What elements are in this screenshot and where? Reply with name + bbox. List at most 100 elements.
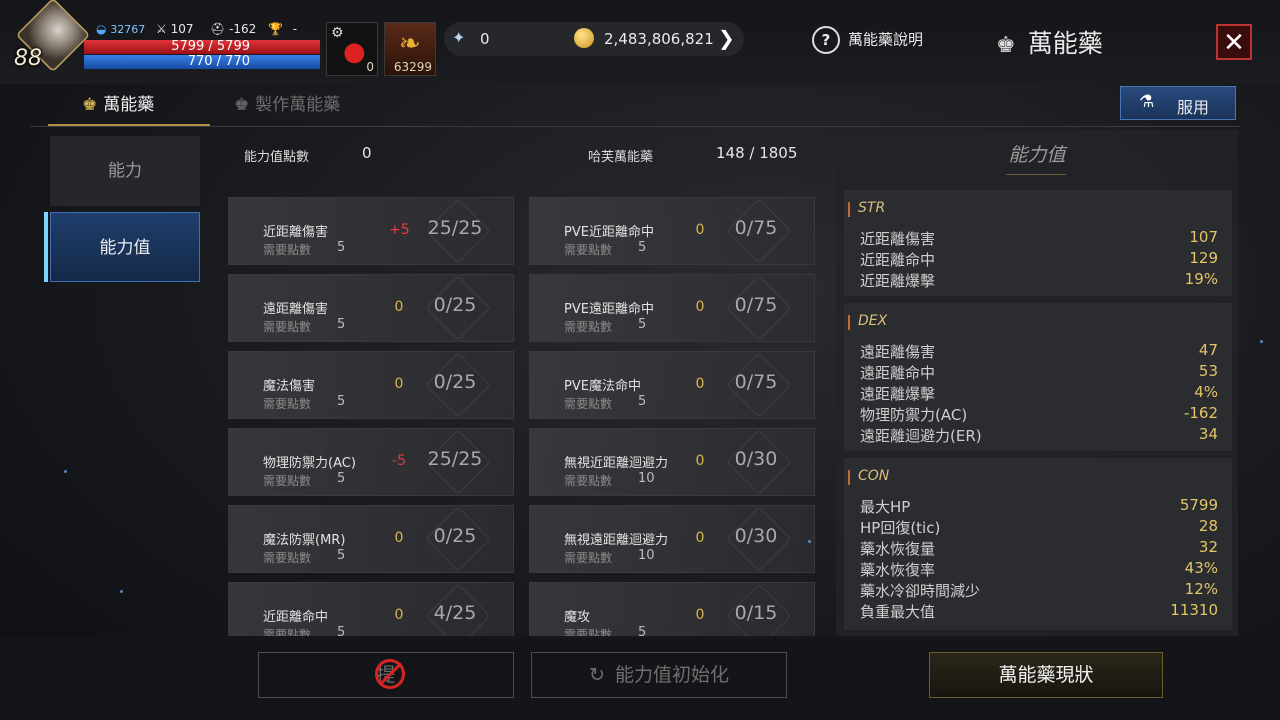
card-req-value: 5 — [337, 394, 346, 409]
card-delta: 0 — [695, 607, 705, 623]
stat-card[interactable]: 近距離傷害 需要點數 5 +5 25/25 — [228, 197, 514, 265]
elixir-value: 148 / 1805 — [716, 144, 798, 162]
stat-group-dex: DEX 遠距離傷害 47 遠距離命中 53 遠距離爆擊 4% 物理防禦力(AC) -16… — [844, 303, 1232, 451]
card-req-value: 5 — [638, 394, 647, 409]
help-label: 萬能藥說明 — [848, 30, 924, 49]
tab-craft-elixir[interactable]: ♚ 製作萬能藥 — [234, 90, 340, 115]
card-progress: 0/30 — [734, 525, 778, 547]
stat-row: 最大HP 5799 — [860, 496, 1218, 516]
feather-slot[interactable]: ❧ 63299 — [384, 22, 436, 76]
stat-row: 遠距離命中 53 — [860, 362, 1218, 382]
card-delta: 0 — [394, 607, 404, 623]
stat-card[interactable]: 無視近距離迴避力 需要點數 10 0 0/30 — [529, 428, 815, 496]
stat-card-grid[interactable]: 近距離傷害 需要點數 5 +5 25/25 遠距離傷害 需要點數 5 0 0/2… — [218, 190, 820, 636]
trophy-value: - — [292, 22, 298, 36]
card-delta: 0 — [394, 376, 404, 392]
diamond-value: 0 — [480, 30, 490, 48]
card-delta: 0 — [394, 299, 404, 315]
card-name: 魔法防禦(MR) — [263, 533, 346, 548]
card-req-label: 需要點數 — [564, 474, 613, 488]
card-progress: 0/75 — [734, 294, 778, 316]
stat-card[interactable]: PVE近距離命中 需要點數 5 0 0/75 — [529, 197, 815, 265]
gold-coin-icon — [574, 28, 594, 48]
card-progress: 0/25 — [433, 294, 477, 316]
points-label: 能力值點數 — [244, 150, 310, 165]
stat-card[interactable]: 近距離命中 需要點數 5 0 4/25 — [228, 582, 514, 636]
card-req-value: 5 — [337, 317, 346, 332]
group-heading: CON — [847, 468, 889, 485]
apply-button-disabled[interactable]: 提 — [258, 652, 514, 698]
sidebar-item-stats[interactable]: 能力值 — [50, 212, 200, 282]
question-icon: ? — [812, 26, 840, 54]
card-name: 物理防禦力(AC) — [263, 456, 356, 471]
tab-craft-label: 製作萬能藥 — [255, 95, 341, 115]
ornament-divider — [1006, 174, 1066, 175]
exp-icon: ◒ — [96, 22, 107, 36]
mp-bar: 770 / 770 — [84, 55, 320, 69]
stat-card[interactable]: 魔攻 需要點數 5 0 0/15 — [529, 582, 815, 636]
stat-row: 近距離命中 129 — [860, 249, 1218, 269]
diamond-icon: ✦ — [452, 28, 466, 47]
feather-count: 63299 — [393, 60, 432, 74]
help-button[interactable]: ? 萬能藥說明 — [812, 26, 923, 54]
card-name: 近距離傷害 — [263, 225, 329, 240]
card-progress: 0/30 — [734, 448, 778, 470]
close-icon: ✕ — [1223, 28, 1245, 58]
card-req-label: 需要點數 — [564, 320, 613, 334]
stat-card[interactable]: 魔法防禦(MR) 需要點數 5 0 0/25 — [228, 505, 514, 573]
card-req-label: 需要點數 — [263, 320, 312, 334]
elixir-label: 哈芙萬能藥 — [588, 150, 654, 165]
top-hud: 88 ◒ 32767 ⚔ 107 ⛑ -162 🏆 - 5799 / 5799 … — [0, 0, 1280, 84]
card-req-label: 需要點數 — [263, 628, 312, 636]
reset-stats-button[interactable]: ↻ 能力值初始化 — [531, 652, 787, 698]
card-progress: 0/25 — [433, 525, 477, 547]
defense-value: -162 — [229, 22, 257, 36]
close-button[interactable]: ✕ — [1216, 24, 1252, 60]
card-req-value: 5 — [638, 317, 647, 332]
stat-group-con: CON 最大HP 5799 HP回復(tic) 28 藥水恢復量 32 藥水恢復率 43… — [844, 458, 1232, 630]
attack-value: 107 — [170, 22, 194, 36]
card-req-label: 需要點數 — [263, 397, 312, 411]
card-delta: 0 — [695, 299, 705, 315]
card-progress: 0/25 — [433, 371, 477, 393]
card-progress: 0/75 — [734, 217, 778, 239]
card-name: 遠距離傷害 — [263, 302, 329, 317]
stats-panel-title: 能力值 — [1008, 144, 1066, 166]
stat-card[interactable]: PVE魔法命中 需要點數 5 0 0/75 — [529, 351, 815, 419]
page-title: ♚ 萬能藥 — [996, 24, 1103, 60]
tab-elixir[interactable]: ♚ 萬能藥 — [82, 90, 154, 115]
currency-bar[interactable]: ✦ 0 2,483,806,821 ❯ — [444, 22, 744, 56]
use-button[interactable]: ⚗ 服用 — [1120, 86, 1236, 120]
stat-row: 近距離傷害 107 — [860, 228, 1218, 248]
stat-row: 遠距離迴避力(ER) 34 — [860, 425, 1218, 445]
flask-icon: ⚗ — [1139, 92, 1155, 112]
stat-card[interactable]: 物理防禦力(AC) 需要點數 5 -5 25/25 — [228, 428, 514, 496]
card-req-value: 10 — [638, 471, 655, 486]
stat-row: 物理防禦力(AC) -162 — [860, 404, 1218, 424]
feather-icon: ❧ — [399, 29, 421, 59]
stat-card[interactable]: 遠距離傷害 需要點數 5 0 0/25 — [228, 274, 514, 342]
reset-label: 能力值初始化 — [614, 664, 729, 686]
card-delta: 0 — [695, 453, 705, 469]
craft-tab-icon: ♚ — [234, 95, 250, 115]
stat-row: HP回復(tic) 28 — [860, 517, 1218, 537]
card-delta: 0 — [695, 530, 705, 546]
potion-slot[interactable]: ⚙ ● 0 — [326, 22, 378, 76]
card-progress: 25/25 — [427, 448, 483, 470]
elixir-status-button[interactable]: 萬能藥現狀 — [929, 652, 1163, 698]
tab-active-underline — [48, 124, 210, 126]
exp-value: 32767 — [110, 23, 146, 36]
stat-card[interactable]: 無視遠距離迴避力 需要點數 10 0 0/30 — [529, 505, 815, 573]
sparkle-decoration — [808, 540, 811, 543]
stat-card[interactable]: 魔法傷害 需要點數 5 0 0/25 — [228, 351, 514, 419]
stat-card[interactable]: PVE遠距離命中 需要點數 5 0 0/75 — [529, 274, 815, 342]
card-delta: -5 — [392, 453, 406, 469]
sidebar-item-ability[interactable]: 能力 — [50, 136, 200, 206]
card-delta: 0 — [695, 376, 705, 392]
sparkle-decoration — [64, 470, 67, 473]
character-avatar[interactable]: 88 — [8, 0, 91, 78]
card-req-label: 需要點數 — [263, 474, 312, 488]
exp-stat: ◒ 32767 — [96, 22, 145, 36]
card-name: PVE近距離命中 — [564, 225, 654, 240]
card-name: PVE遠距離命中 — [564, 302, 654, 317]
